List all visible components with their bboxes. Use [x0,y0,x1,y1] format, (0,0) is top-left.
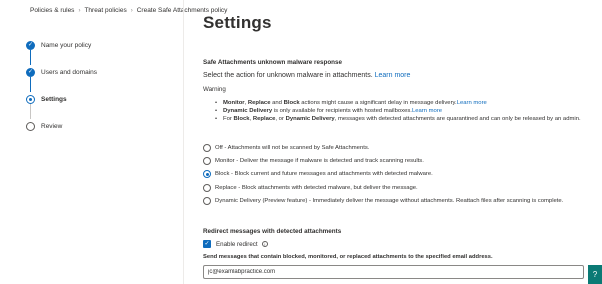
wizard-step-label: Users and domains [41,69,97,76]
option-label: Monitor - Deliver the message if malware… [215,158,424,165]
option-label: Replace - Block attachments with detecte… [215,184,418,191]
redirect-section-title: Redirect messages with detected attachme… [203,228,342,235]
warning-bold: Block [233,116,250,123]
radio-button[interactable] [203,157,211,166]
help-icon[interactable]: ? [588,265,602,284]
warning-item: Dynamic Delivery is only available for r… [215,107,585,115]
malware-response-options: Off - Attachments will not be scanned by… [203,141,595,208]
option-dynamic-delivery[interactable]: Dynamic Delivery (Preview feature) - Imm… [203,195,595,208]
option-block[interactable]: Block - Block current and future message… [203,168,595,181]
enable-redirect-label: Enable redirect [216,240,258,248]
radio-button-selected[interactable] [203,170,211,179]
wizard-step-label: Name your policy [41,42,92,49]
info-icon[interactable]: i [261,240,269,248]
wizard-step-settings[interactable]: Settings [26,92,176,119]
current-step-icon [26,95,35,104]
learn-more-link[interactable]: Learn more [457,100,487,106]
redirect-email-field[interactable] [203,265,584,279]
wizard-steps: ✓ Name your policy ✓ Users and domains S… [26,38,176,146]
enable-redirect-row: ✓ Enable redirect i [203,240,269,248]
warning-bold: Dynamic Delivery [285,116,335,123]
page-title: Settings [203,13,272,32]
warning-text: , or [275,116,286,123]
warning-item: For Block, Replace, or Dynamic Delivery,… [215,115,585,123]
enable-redirect-checkbox[interactable]: ✓ [203,240,211,248]
panel-divider [183,0,184,284]
chevron-right-icon: › [78,7,81,14]
breadcrumb: Policies & rules › Threat policies › Cre… [30,7,227,14]
description-text: Select the action for unknown malware in… [203,72,373,79]
pending-step-icon [26,122,35,131]
wizard-step-review[interactable]: Review [26,119,176,146]
breadcrumb-threat-policies[interactable]: Threat policies [84,7,126,14]
learn-more-link[interactable]: Learn more [375,72,411,79]
chevron-right-icon: › [130,7,133,14]
radio-button[interactable] [203,183,211,192]
option-label: Dynamic Delivery (Preview feature) - Imm… [215,198,564,205]
email-field-label: Send messages that contain blocked, moni… [203,254,493,260]
warning-bold: Monitor [223,100,245,106]
option-label: Off - Attachments will not be scanned by… [215,144,370,151]
warning-list: Monitor, Replace and Block actions might… [215,99,585,124]
option-label: Block - Block current and future message… [215,171,433,178]
radio-button[interactable] [203,143,211,152]
unknown-malware-description: Select the action for unknown malware in… [203,72,410,79]
option-off[interactable]: Off - Attachments will not be scanned by… [203,141,595,154]
wizard-step-name-policy[interactable]: ✓ Name your policy [26,38,176,65]
warning-label: Warning [203,86,226,93]
wizard-step-label: Review [41,123,63,130]
check-icon: ✓ [26,41,35,50]
learn-more-link[interactable]: Learn more [412,108,442,114]
option-replace[interactable]: Replace - Block attachments with detecte… [203,181,595,194]
check-icon: ✓ [26,68,35,77]
radio-button[interactable] [203,197,211,206]
warning-bold: Block [283,100,300,106]
breadcrumb-policies-rules[interactable]: Policies & rules [30,7,74,14]
warning-text: For [223,116,234,123]
warning-text: is only available for recipients with ho… [272,108,412,115]
unknown-malware-section-title: Safe Attachments unknown malware respons… [203,59,343,66]
warning-text: , messages with detected attachments are… [334,116,581,123]
warning-bold: Dynamic Delivery [223,108,273,115]
wizard-step-users-domains[interactable]: ✓ Users and domains [26,65,176,92]
wizard-step-label: Settings [41,96,67,103]
option-monitor[interactable]: Monitor - Deliver the message if malware… [203,154,595,167]
warning-bold: Replace [247,100,271,106]
warning-text: and [270,100,284,106]
warning-bold: Replace [252,116,276,123]
warning-item: Monitor, Replace and Block actions might… [215,99,585,107]
warning-text: actions might cause a significant delay … [299,100,457,106]
